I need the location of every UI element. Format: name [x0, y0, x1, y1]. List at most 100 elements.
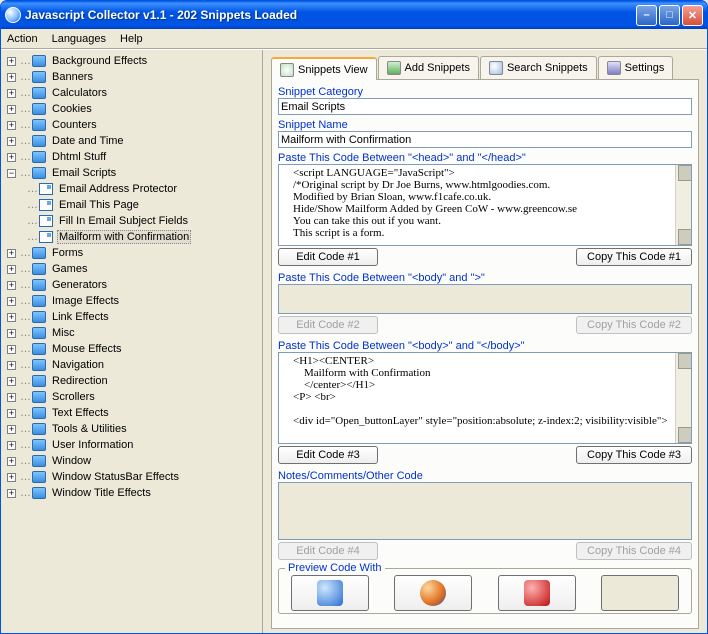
copy-code-1-button[interactable]: Copy This Code #1 — [576, 248, 692, 266]
expand-icon[interactable]: + — [7, 89, 16, 98]
copy-code-3-button[interactable]: Copy This Code #3 — [576, 446, 692, 464]
tree-folder[interactable]: +…Text Effects — [3, 405, 260, 421]
tab-add-snippets[interactable]: Add Snippets — [378, 56, 479, 79]
expand-icon[interactable]: + — [7, 473, 16, 482]
tree-folder[interactable]: +…Redirection — [3, 373, 260, 389]
expand-icon[interactable]: + — [7, 121, 16, 130]
tree-folder[interactable]: +…User Information — [3, 437, 260, 453]
tree-folder[interactable]: −…Email Scripts — [3, 165, 260, 181]
tree-label: Banners — [50, 71, 95, 83]
field-name[interactable]: Mailform with Confirmation — [278, 131, 692, 148]
tab-bar: Snippets View Add Snippets Search Snippe… — [271, 56, 699, 80]
label-section2: Paste This Code Between "<body" and ">" — [278, 272, 692, 284]
tree-folder[interactable]: +…Date and Time — [3, 133, 260, 149]
tab-snippets-view[interactable]: Snippets View — [271, 57, 377, 80]
expand-icon[interactable]: − — [7, 169, 16, 178]
preview-ie-button[interactable] — [291, 575, 369, 611]
expand-icon[interactable]: + — [7, 313, 16, 322]
expand-icon[interactable]: + — [7, 457, 16, 466]
tree-folder[interactable]: +…Window Title Effects — [3, 485, 260, 501]
tree-folder[interactable]: +…Banners — [3, 69, 260, 85]
code-box-2 — [278, 284, 692, 314]
copy-code-4-button: Copy This Code #4 — [576, 542, 692, 560]
expand-icon[interactable]: + — [7, 345, 16, 354]
expand-icon[interactable]: + — [7, 393, 16, 402]
folder-icon — [32, 119, 46, 131]
tree-folder[interactable]: +…Window — [3, 453, 260, 469]
expand-icon[interactable]: + — [7, 297, 16, 306]
code-box-1[interactable]: <script LANGUAGE="JavaScript"> /*Origina… — [278, 164, 692, 246]
tree-folder[interactable]: +…Forms — [3, 245, 260, 261]
app-icon — [5, 7, 21, 23]
expand-icon[interactable]: + — [7, 57, 16, 66]
tree-folder[interactable]: +…Scrollers — [3, 389, 260, 405]
edit-code-3-button[interactable]: Edit Code #3 — [278, 446, 378, 464]
expand-icon[interactable]: + — [7, 361, 16, 370]
expand-icon[interactable]: + — [7, 281, 16, 290]
copy-code-2-button: Copy This Code #2 — [576, 316, 692, 334]
close-button[interactable]: ✕ — [682, 5, 703, 26]
tab-search-snippets[interactable]: Search Snippets — [480, 56, 597, 79]
opera-icon — [524, 580, 550, 606]
tree-folder[interactable]: +…Calculators — [3, 85, 260, 101]
expand-icon[interactable]: + — [7, 249, 16, 258]
edit-code-1-button[interactable]: Edit Code #1 — [278, 248, 378, 266]
tree-folder[interactable]: +…Games — [3, 261, 260, 277]
preview-firefox-button[interactable] — [394, 575, 472, 611]
edit-code-2-button: Edit Code #2 — [278, 316, 378, 334]
folder-icon — [32, 151, 46, 163]
menu-help[interactable]: Help — [120, 33, 143, 45]
expand-icon[interactable]: + — [7, 329, 16, 338]
expand-icon[interactable]: + — [7, 441, 16, 450]
expand-icon[interactable]: + — [7, 377, 16, 386]
tree-folder[interactable]: +…Window StatusBar Effects — [3, 469, 260, 485]
tree-item[interactable]: …Mailform with Confirmation — [3, 229, 260, 245]
tree-folder[interactable]: +…Mouse Effects — [3, 341, 260, 357]
tree-item[interactable]: …Fill In Email Subject Fields — [3, 213, 260, 229]
tree-folder[interactable]: +…Counters — [3, 117, 260, 133]
tab-settings[interactable]: Settings — [598, 56, 674, 79]
tree-label: Scrollers — [50, 391, 97, 403]
tree-item[interactable]: …Email Address Protector — [3, 181, 260, 197]
maximize-button[interactable]: □ — [659, 5, 680, 26]
expand-icon[interactable]: + — [7, 409, 16, 418]
code-box-3[interactable]: <H1><CENTER> Mailform with Confirmation … — [278, 352, 692, 444]
tree-label: Fill In Email Subject Fields — [57, 215, 190, 227]
expand-icon[interactable]: + — [7, 105, 16, 114]
preview-opera-button[interactable] — [498, 575, 576, 611]
menu-action[interactable]: Action — [7, 33, 38, 45]
field-category[interactable]: Email Scripts — [278, 98, 692, 115]
tree-folder[interactable]: +…Background Effects — [3, 53, 260, 69]
expand-icon[interactable]: + — [7, 137, 16, 146]
tree-folder[interactable]: +…Navigation — [3, 357, 260, 373]
minimize-button[interactable]: – — [636, 5, 657, 26]
tree-folder[interactable]: +…Dhtml Stuff — [3, 149, 260, 165]
tree-folder[interactable]: +…Cookies — [3, 101, 260, 117]
titlebar[interactable]: Javascript Collector v1.1 - 202 Snippets… — [1, 1, 707, 29]
expand-icon[interactable]: + — [7, 265, 16, 274]
tree-folder[interactable]: +…Generators — [3, 277, 260, 293]
preview-custom-button[interactable] — [601, 575, 679, 611]
menu-languages[interactable]: Languages — [52, 33, 106, 45]
tree-label: Cookies — [50, 103, 94, 115]
tree-view[interactable]: +…Background Effects+…Banners+…Calculato… — [1, 50, 263, 633]
snippets-panel: Snippet Category Email Scripts Snippet N… — [271, 80, 699, 629]
folder-icon — [32, 407, 46, 419]
tree-folder[interactable]: +…Tools & Utilities — [3, 421, 260, 437]
file-icon — [39, 215, 53, 227]
expand-icon[interactable]: + — [7, 425, 16, 434]
expand-icon[interactable]: + — [7, 153, 16, 162]
tree-folder[interactable]: +…Link Effects — [3, 309, 260, 325]
tree-item[interactable]: …Email This Page — [3, 197, 260, 213]
tree-folder[interactable]: +…Misc — [3, 325, 260, 341]
menubar: Action Languages Help — [1, 29, 707, 49]
expand-icon[interactable]: + — [7, 489, 16, 498]
tree-label: Email Address Protector — [57, 183, 179, 195]
expand-icon[interactable]: + — [7, 73, 16, 82]
tree-folder[interactable]: +…Image Effects — [3, 293, 260, 309]
scrollbar[interactable] — [675, 165, 691, 245]
folder-icon — [32, 423, 46, 435]
tree-label: Email This Page — [57, 199, 141, 211]
scrollbar[interactable] — [675, 353, 691, 443]
tree-label: Window Title Effects — [50, 487, 153, 499]
